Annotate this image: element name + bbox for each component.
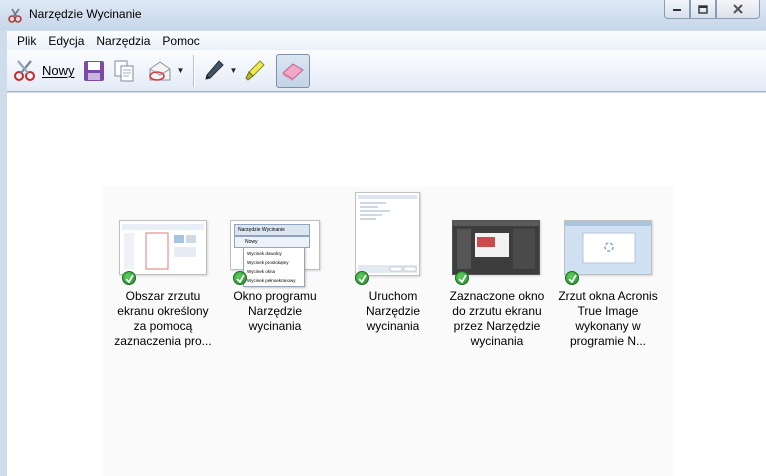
new-snip-label: Nowy [42, 63, 75, 78]
close-icon [733, 4, 743, 14]
thumbnail-2-menu-item-4: Wycinek pełnoekranowy [247, 278, 296, 283]
check-icon [358, 274, 367, 283]
window-title: Narzędzie Wycinanie [29, 7, 142, 21]
thumbnail-2-window: Narzędzie Wycinanie [234, 224, 310, 236]
minimize-icon [673, 9, 681, 11]
check-icon [568, 274, 577, 283]
thumbnail-2-dropdown: Wycinek dowolny Wycinek prostokątny Wyci… [243, 247, 305, 287]
check-icon [125, 274, 134, 283]
screenshot-thumbnail-3-icon [356, 193, 419, 275]
highlighter-icon [244, 59, 265, 81]
thumbnail-1-check [122, 271, 136, 285]
check-icon [236, 274, 245, 283]
thumbnail-5-check [565, 271, 579, 285]
thumbnail-3-check [355, 271, 369, 285]
highlighter-button[interactable] [240, 54, 270, 88]
thumbnail-4[interactable] [452, 220, 540, 275]
save-icon [83, 60, 104, 81]
thumbnail-2-check [233, 271, 247, 285]
screenshot-thumbnail-1-icon [120, 221, 206, 274]
pen-button[interactable] [198, 54, 228, 88]
minimize-button[interactable] [664, 0, 690, 19]
screenshot-thumbnail-5-icon [565, 221, 651, 274]
pen-dropdown-arrow[interactable]: ▼ [228, 54, 240, 88]
save-button[interactable] [79, 54, 109, 88]
maximize-button[interactable] [690, 0, 716, 19]
thumbnail-2-new: Nowy [245, 239, 258, 245]
pen-icon [204, 59, 224, 80]
thumbnail-5-caption: Zrzut okna Acronis True Image wykonany w… [558, 289, 658, 348]
thumbnail-1-caption: Obszar zrzutu ekranu określony za pomocą… [114, 289, 212, 348]
thumbnail-2-caption: Okno programu Narzędzie wycinania [233, 289, 317, 333]
thumbnail-2-menu-item-1: Wycinek dowolny [247, 251, 282, 256]
thumbnail-3[interactable] [355, 192, 420, 276]
thumbnail-panel: Obszar zrzutu ekranu określony za pomocą… [103, 187, 673, 476]
send-snip-button[interactable] [145, 54, 175, 88]
eraser-icon [281, 62, 304, 81]
menu-tools[interactable]: Narzędzia [90, 34, 156, 48]
app-scissors-icon [8, 8, 22, 23]
thumbnail-5[interactable] [564, 220, 652, 275]
menu-help[interactable]: Pomoc [156, 34, 205, 48]
toolbar: Nowy ▼ ▼ [7, 50, 766, 92]
menu-file[interactable]: Plik [11, 34, 42, 48]
send-email-icon [148, 60, 171, 81]
thumbnail-2-menu-item-2: Wycinek prostokątny [247, 260, 289, 265]
scissors-icon [14, 59, 35, 81]
check-icon [458, 274, 467, 283]
snip-canvas: Obszar zrzutu ekranu określony za pomocą… [7, 93, 766, 476]
thumbnail-4-check [455, 271, 469, 285]
menu-edit[interactable]: Edycja [42, 34, 90, 48]
toolbar-separator [192, 54, 194, 87]
screenshot-thumbnail-4-icon [453, 221, 539, 274]
thumbnail-4-caption: Zaznaczone okno do zrzutu ekranu przez N… [449, 289, 545, 348]
thumbnail-1[interactable] [119, 220, 207, 275]
new-snip-button[interactable]: Nowy [9, 54, 79, 88]
eraser-button[interactable] [275, 53, 310, 88]
copy-button[interactable] [109, 54, 139, 88]
snipping-tool-window: Narzędzie Wycinanie Plik Edycja Narzędzi… [0, 0, 766, 476]
thumbnail-2-title: Narzędzie Wycinanie [238, 227, 285, 233]
thumbnail-3-caption: Uruchom Narzędzie wycinania [365, 289, 421, 333]
send-dropdown-arrow[interactable]: ▼ [175, 54, 187, 88]
menu-bar: Plik Edycja Narzędzia Pomoc [7, 31, 766, 50]
maximize-icon [698, 4, 708, 14]
close-button[interactable] [716, 0, 760, 19]
window-controls [664, 0, 760, 20]
thumbnail-2-menu-item-3: Wycinek okna [247, 269, 275, 274]
copy-icon [114, 60, 134, 81]
title-bar[interactable]: Narzędzie Wycinanie [0, 0, 766, 30]
